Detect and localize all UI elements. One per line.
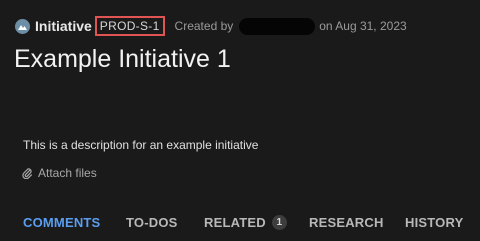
tab-research[interactable]: RESEARCH (309, 215, 384, 230)
tab-related-label: RELATED (204, 215, 266, 230)
page-title[interactable]: Example Initiative 1 (14, 45, 231, 74)
created-date: on Aug 31, 2023 (319, 19, 407, 33)
tab-comments-label: COMMENTS (23, 215, 101, 230)
related-count-badge: 1 (271, 215, 287, 230)
record-type-label: Initiative (35, 18, 92, 34)
paperclip-icon (22, 168, 32, 179)
tab-related[interactable]: RELATED 1 (204, 215, 287, 230)
attach-files-label: Attach files (38, 166, 97, 180)
tab-history-label: HISTORY (405, 215, 464, 230)
tab-history[interactable]: HISTORY (405, 215, 463, 230)
description-text[interactable]: This is a description for an example ini… (23, 138, 258, 152)
created-by-label: Created by (174, 19, 234, 33)
tab-to-dos-label: TO-DOS (126, 215, 178, 230)
tab-to-dos[interactable]: TO-DOS (126, 215, 178, 230)
redacted-user-name (239, 17, 316, 35)
record-meta-row: Initiative PROD-S-1 Created by on Aug 31… (15, 15, 407, 37)
initiative-icon (15, 18, 30, 34)
tab-research-label: RESEARCH (309, 215, 384, 230)
attach-files-button[interactable]: Attach files (22, 166, 97, 180)
tab-comments[interactable]: COMMENTS (23, 215, 100, 230)
reference-id[interactable]: PROD-S-1 (94, 16, 165, 36)
